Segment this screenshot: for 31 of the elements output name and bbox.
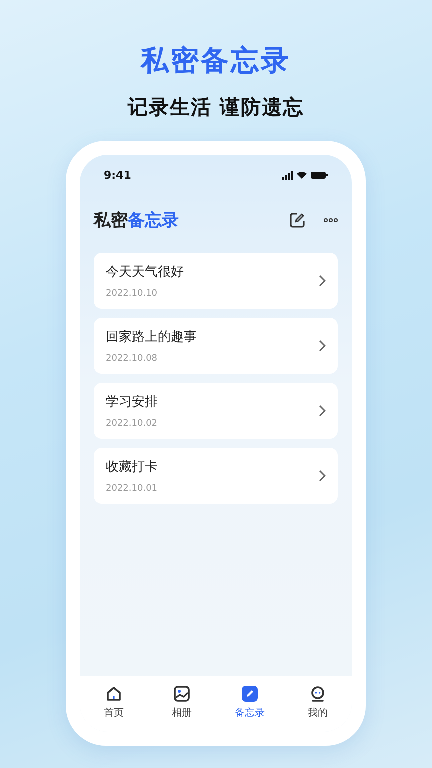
chevron-right-icon [319,340,326,352]
note-card[interactable]: 回家路上的趣事 2022.10.08 [94,318,338,374]
user-icon [309,684,327,702]
chevron-right-icon [319,470,326,482]
chevron-right-icon [319,275,326,287]
note-card[interactable]: 收藏打卡 2022.10.01 [94,448,338,504]
home-icon [105,684,123,702]
note-date: 2022.10.08 [106,354,159,364]
note-date: 2022.10.10 [106,289,159,299]
app-tagline: 记录生活 谨防遗忘 [128,94,304,121]
tab[interactable]: 备忘录 [220,684,280,720]
tab[interactable]: 我的 [288,684,348,720]
status-icons [282,170,328,180]
note-card[interactable]: 今天天气很好 2022.10.10 [94,253,338,309]
more-icon[interactable] [324,218,338,222]
tab[interactable]: 相册 [152,684,212,720]
edit-icon[interactable] [289,212,306,228]
app-headline: 私密备忘录 [141,43,291,79]
tab[interactable]: 首页 [84,684,144,720]
note-date: 2022.10.02 [106,419,159,429]
pencil-icon [241,684,259,702]
note-date: 2022.10.01 [106,484,159,494]
note-title: 收藏打卡 [106,459,159,476]
picture-frame-icon [173,684,191,702]
app-title: 私密备忘录 [94,210,180,232]
note-title: 学习安排 [106,394,159,411]
status-time: 9:41 [104,168,132,182]
chevron-right-icon [319,405,326,417]
note-card[interactable]: 学习安排 2022.10.02 [94,383,338,439]
note-title: 今天天气很好 [106,264,185,281]
note-title: 回家路上的趣事 [106,329,198,346]
